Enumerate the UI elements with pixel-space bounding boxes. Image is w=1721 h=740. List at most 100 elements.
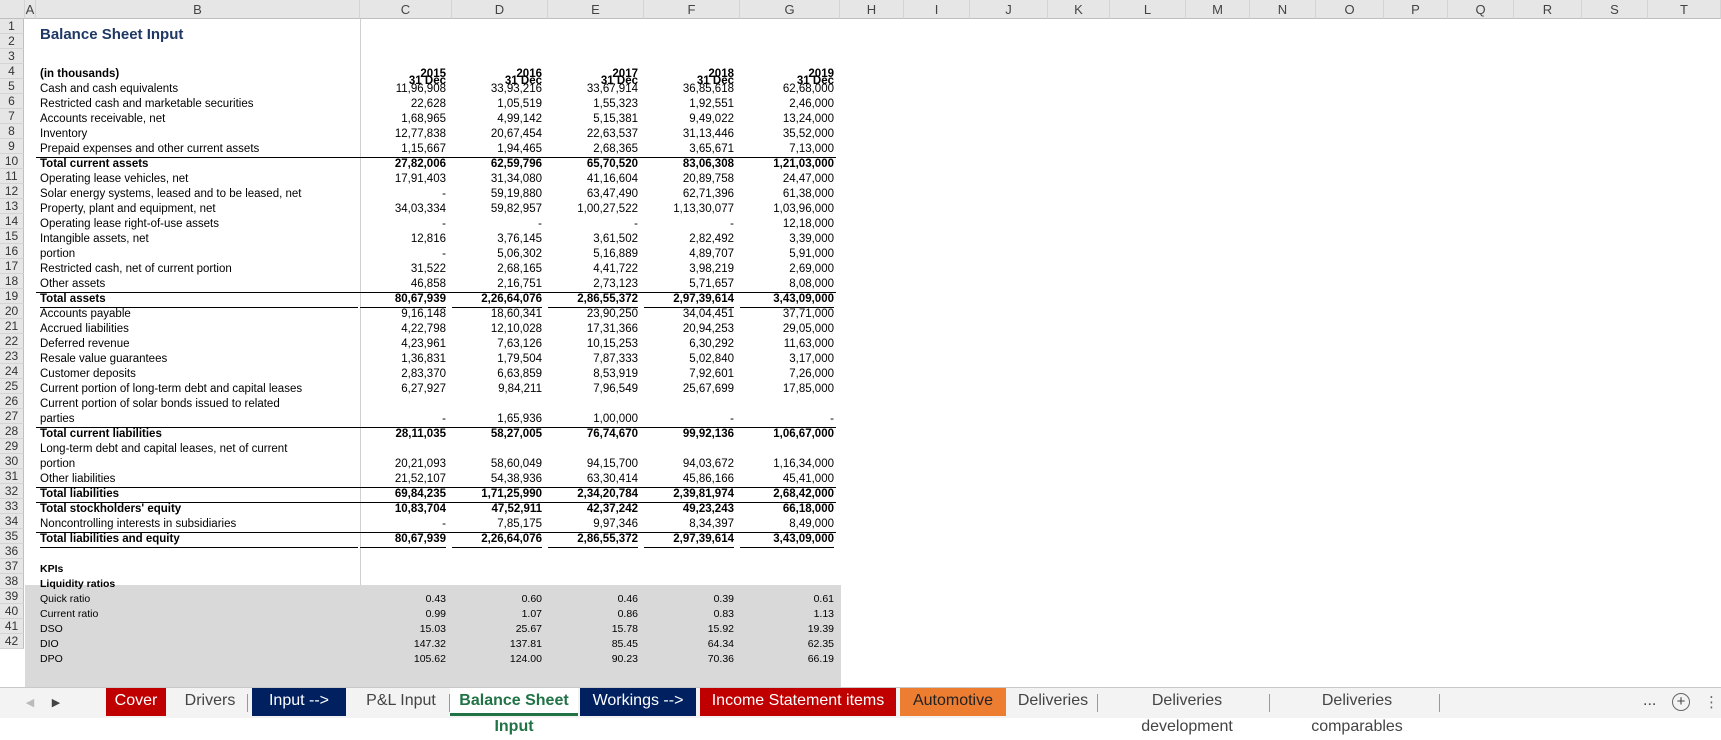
line-value-row-34[interactable]: 2,26,64,076 [452, 532, 542, 548]
kpi-subtitle[interactable]: Liquidity ratios [40, 577, 358, 592]
row-header-24[interactable]: 24 [0, 364, 24, 379]
row-header-20[interactable]: 20 [0, 304, 24, 319]
row-header-41[interactable]: 41 [0, 619, 24, 634]
kpi-value-dso[interactable]: 25.67 [452, 622, 542, 637]
row-header-23[interactable]: 23 [0, 349, 24, 364]
line-label-row-24[interactable]: Current portion of long-term debt and ca… [40, 382, 358, 397]
line-value-row-17[interactable]: 8,08,000 [740, 277, 834, 293]
row-header-33[interactable]: 33 [0, 499, 24, 514]
line-value-row-15[interactable]: 4,89,707 [644, 247, 734, 262]
column-header-l[interactable]: L [1110, 0, 1186, 19]
row-header-11[interactable]: 11 [0, 169, 24, 184]
line-value-row-34[interactable]: 2,86,55,372 [548, 532, 638, 548]
line-value-row-7[interactable]: 35,52,000 [740, 127, 834, 142]
tab-deliveries-comparables[interactable]: Deliveries comparables [1274, 688, 1440, 735]
line-value-row-5[interactable]: 1,92,551 [644, 97, 734, 112]
row-header-34[interactable]: 34 [0, 514, 24, 529]
row-header-42[interactable]: 42 [0, 634, 24, 649]
line-value-row-14[interactable]: 12,816 [360, 232, 446, 247]
line-value-row-21[interactable]: 4,23,961 [360, 337, 446, 352]
line-value-row-6[interactable]: 9,49,022 [644, 112, 734, 127]
line-value-row-8[interactable]: 3,65,671 [644, 142, 734, 158]
line-label-row-31[interactable]: Total liabilities [40, 487, 358, 502]
row-header-4[interactable]: 4 [0, 64, 24, 79]
line-value-row-8[interactable]: 1,15,667 [360, 142, 446, 158]
row-header-7[interactable]: 7 [0, 109, 24, 124]
kpi-value-dio[interactable]: 64.34 [644, 637, 734, 652]
line-value-row-29[interactable]: 1,16,34,000 [740, 457, 834, 472]
line-value-row-26[interactable]: - [360, 412, 446, 428]
line-value-row-28[interactable] [452, 442, 542, 457]
row-header-21[interactable]: 21 [0, 319, 24, 334]
line-value-row-33[interactable]: 8,49,000 [740, 517, 834, 533]
column-header-s[interactable]: S [1582, 0, 1648, 19]
line-value-row-19[interactable]: 23,90,250 [548, 307, 638, 322]
line-label-row-22[interactable]: Resale value guarantees [40, 352, 358, 367]
line-value-row-23[interactable]: 7,92,601 [644, 367, 734, 382]
line-value-row-9[interactable]: 1,21,03,000 [740, 157, 834, 172]
line-value-row-9[interactable]: 62,59,796 [452, 157, 542, 172]
line-value-row-32[interactable]: 47,52,911 [452, 502, 542, 517]
line-label-row-4[interactable]: Cash and cash equivalents [40, 82, 358, 97]
line-value-row-18[interactable]: 2,86,55,372 [548, 292, 638, 308]
line-label-row-23[interactable]: Customer deposits [40, 367, 358, 382]
line-label-row-25[interactable]: Current portion of solar bonds issued to… [40, 397, 358, 412]
tab-income-statement-items[interactable]: Income Statement items [700, 688, 896, 716]
line-value-row-25[interactable] [740, 397, 834, 412]
line-value-row-14[interactable]: 3,76,145 [452, 232, 542, 247]
line-value-row-34[interactable]: 80,67,939 [360, 532, 446, 548]
kpi-value-dio[interactable]: 62.35 [740, 637, 834, 652]
line-value-row-27[interactable]: 58,27,005 [452, 427, 542, 442]
row-header-16[interactable]: 16 [0, 244, 24, 259]
line-value-row-29[interactable]: 20,21,093 [360, 457, 446, 472]
row-header-29[interactable]: 29 [0, 439, 24, 454]
header-year-2018[interactable]: 2018 [644, 67, 734, 82]
row-header-8[interactable]: 8 [0, 124, 24, 139]
row-header-31[interactable]: 31 [0, 469, 24, 484]
kpi-value-dpo[interactable]: 90.23 [548, 652, 638, 667]
line-value-row-27[interactable]: 28,11,035 [360, 427, 446, 442]
line-label-row-9[interactable]: Total current assets [40, 157, 358, 172]
kpi-value-dpo[interactable]: 124.00 [452, 652, 542, 667]
line-value-row-24[interactable]: 17,85,000 [740, 382, 834, 397]
line-value-row-8[interactable]: 7,13,000 [740, 142, 834, 158]
line-value-row-24[interactable]: 9,84,211 [452, 382, 542, 397]
tab-p-l-input[interactable]: P&L Input [352, 688, 450, 716]
row-header-22[interactable]: 22 [0, 334, 24, 349]
column-header-a[interactable]: A [25, 0, 36, 19]
line-value-row-27[interactable]: 76,74,670 [548, 427, 638, 442]
line-value-row-33[interactable]: 9,97,346 [548, 517, 638, 533]
kpi-label-quick-ratio[interactable]: Quick ratio [40, 592, 358, 607]
line-label-row-30[interactable]: Other liabilities [40, 472, 358, 487]
line-value-row-30[interactable]: 21,52,107 [360, 472, 446, 487]
line-value-row-23[interactable]: 7,26,000 [740, 367, 834, 382]
line-value-row-27[interactable]: 99,92,136 [644, 427, 734, 442]
row-header-14[interactable]: 14 [0, 214, 24, 229]
row-header-30[interactable]: 30 [0, 454, 24, 469]
row-header-27[interactable]: 27 [0, 409, 24, 424]
line-value-row-22[interactable]: 3,17,000 [740, 352, 834, 367]
line-value-row-4[interactable]: 11,96,908 [360, 82, 446, 97]
row-header-40[interactable]: 40 [0, 604, 24, 619]
tab-deliveries[interactable]: Deliveries [1008, 688, 1098, 716]
row-header-18[interactable]: 18 [0, 274, 24, 289]
line-value-row-7[interactable]: 12,77,838 [360, 127, 446, 142]
line-value-row-22[interactable]: 5,02,840 [644, 352, 734, 367]
line-value-row-31[interactable]: 2,39,81,974 [644, 487, 734, 502]
line-value-row-32[interactable]: 66,18,000 [740, 502, 834, 517]
line-value-row-7[interactable]: 31,13,446 [644, 127, 734, 142]
column-header-p[interactable]: P [1384, 0, 1448, 19]
line-value-row-30[interactable]: 45,86,166 [644, 472, 734, 487]
line-value-row-10[interactable]: 17,91,403 [360, 172, 446, 187]
line-value-row-14[interactable]: 2,82,492 [644, 232, 734, 247]
line-value-row-22[interactable]: 1,79,504 [452, 352, 542, 367]
line-value-row-13[interactable]: - [360, 217, 446, 232]
kpi-value-quick-ratio[interactable]: 0.61 [740, 592, 834, 607]
column-header-d[interactable]: D [452, 0, 548, 19]
line-value-row-25[interactable] [644, 397, 734, 412]
row-header-9[interactable]: 9 [0, 139, 24, 154]
line-label-row-6[interactable]: Accounts receivable, net [40, 112, 358, 127]
line-value-row-10[interactable]: 31,34,080 [452, 172, 542, 187]
kpi-value-quick-ratio[interactable]: 0.46 [548, 592, 638, 607]
kpi-value-dio[interactable]: 147.32 [360, 637, 446, 652]
